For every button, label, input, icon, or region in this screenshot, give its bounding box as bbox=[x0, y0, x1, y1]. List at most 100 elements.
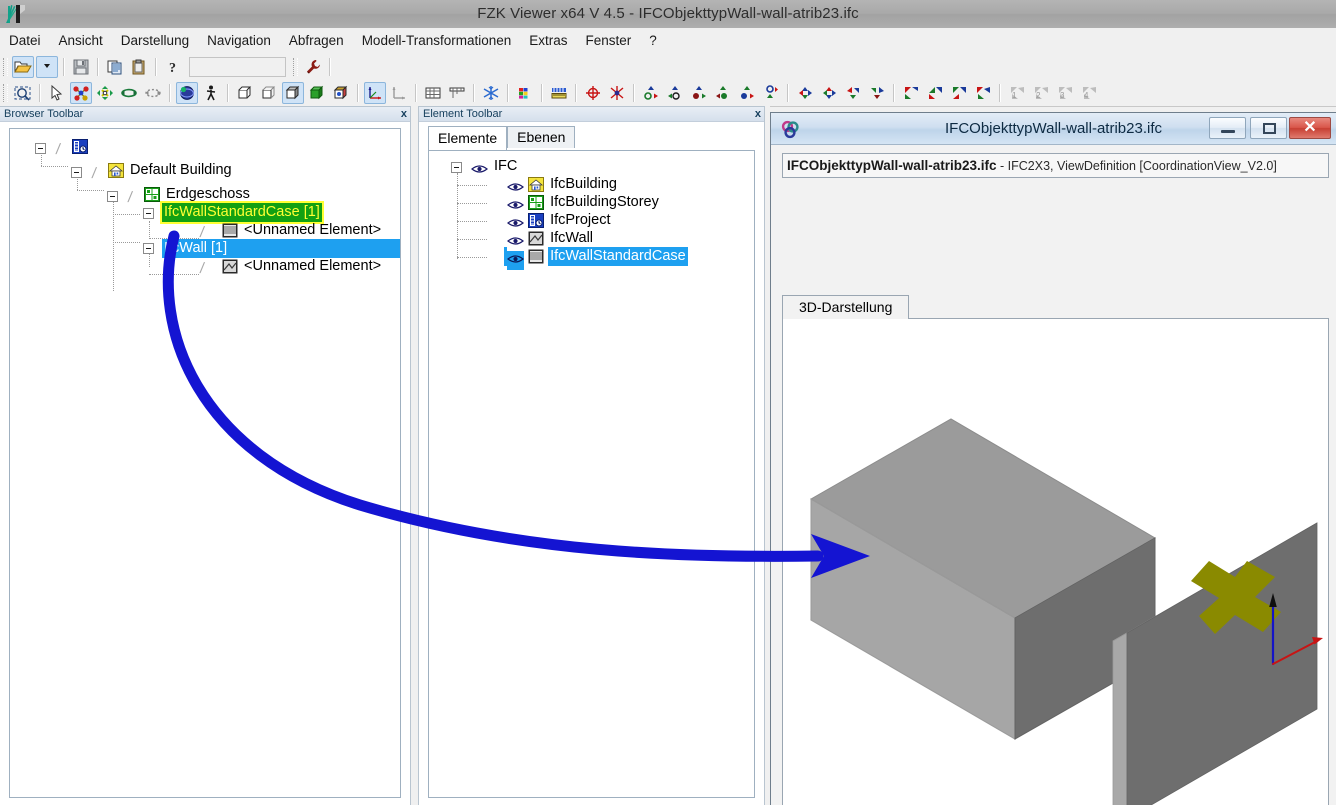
grid-icon[interactable] bbox=[422, 82, 444, 104]
toolbar-grip[interactable] bbox=[3, 84, 8, 102]
tree-node-ifcwall[interactable]: IfcWall [1] bbox=[162, 239, 401, 258]
splitter-browser-element[interactable] bbox=[410, 106, 418, 805]
copy-icon[interactable] bbox=[104, 56, 126, 78]
section-3-icon[interactable] bbox=[842, 82, 864, 104]
box-wireframe-icon[interactable] bbox=[234, 82, 256, 104]
measure-ruler-icon[interactable] bbox=[548, 82, 570, 104]
element-panel-close-icon[interactable]: x bbox=[755, 107, 761, 122]
element-node-ifcproject[interactable]: IfcProject bbox=[507, 211, 613, 230]
rotate-about-icon[interactable] bbox=[142, 82, 164, 104]
element-node-ifcwall[interactable]: IfcWall bbox=[507, 229, 595, 248]
axis-cs-icon[interactable] bbox=[364, 82, 386, 104]
menu-darstellung[interactable]: Darstellung bbox=[112, 28, 198, 54]
walk-person-icon[interactable] bbox=[200, 82, 222, 104]
section-2-icon[interactable] bbox=[818, 82, 840, 104]
section-4-icon[interactable] bbox=[866, 82, 888, 104]
target-center-icon[interactable] bbox=[582, 82, 604, 104]
pan-move-icon[interactable] bbox=[94, 82, 116, 104]
rotate-icon[interactable] bbox=[118, 82, 140, 104]
saved-view-3-icon[interactable]: 3 bbox=[1054, 82, 1076, 104]
box-hidden-line-icon[interactable] bbox=[258, 82, 280, 104]
axis-cs-alt-icon[interactable] bbox=[388, 82, 410, 104]
view-nav-1-icon[interactable] bbox=[640, 82, 662, 104]
tree-line bbox=[77, 190, 104, 191]
help-icon[interactable]: ? bbox=[162, 56, 184, 78]
view-nav-2-icon[interactable] bbox=[664, 82, 686, 104]
toolbar-grip[interactable] bbox=[3, 58, 8, 76]
model-filename: IFCObjekttypWall-wall-atrib23.ifc bbox=[787, 158, 997, 173]
tree-node-erdgeschoss[interactable]: Erdgeschoss bbox=[144, 185, 252, 204]
ifc-project-icon bbox=[72, 139, 88, 160]
open-file-icon[interactable] bbox=[12, 56, 34, 78]
tree-node-unnamed-element-2[interactable]: <Unnamed Element> bbox=[222, 257, 383, 276]
tree-slash: / bbox=[55, 143, 68, 156]
tree-node-unnamed-element-1[interactable]: <Unnamed Element> bbox=[222, 221, 383, 240]
menu-modell-transformationen[interactable]: Modell-Transformationen bbox=[353, 28, 521, 54]
view-nav-5-icon[interactable] bbox=[736, 82, 758, 104]
corner-2-icon[interactable] bbox=[924, 82, 946, 104]
box-shaded-icon[interactable] bbox=[282, 82, 304, 104]
corner-1-icon[interactable] bbox=[900, 82, 922, 104]
zoom-window-icon[interactable] bbox=[12, 82, 34, 104]
toolbar-grip[interactable] bbox=[293, 58, 298, 76]
paste-icon[interactable] bbox=[128, 56, 150, 78]
tree-expander[interactable] bbox=[143, 243, 154, 254]
tab-elemente[interactable]: Elemente bbox=[428, 126, 507, 150]
element-tree[interactable]: IFC bbox=[428, 150, 755, 798]
box-textured-icon[interactable] bbox=[330, 82, 352, 104]
view-nav-6-icon[interactable] bbox=[760, 82, 782, 104]
molecule-icon[interactable] bbox=[70, 82, 92, 104]
close-icon: ✕ bbox=[1290, 118, 1330, 138]
tree-expander[interactable] bbox=[35, 143, 46, 154]
browser-tree[interactable]: / / / / / bbox=[9, 128, 401, 798]
menu-help[interactable]: ? bbox=[640, 28, 666, 54]
menu-fenster[interactable]: Fenster bbox=[577, 28, 641, 54]
maximize-button[interactable] bbox=[1250, 117, 1287, 139]
section-1-icon[interactable] bbox=[794, 82, 816, 104]
settings-wrench-icon[interactable] bbox=[302, 56, 324, 78]
browser-panel-close-icon[interactable]: x bbox=[401, 107, 407, 122]
save-icon[interactable] bbox=[70, 56, 92, 78]
element-node-ifcwallstandardcase[interactable]: IfcWallStandardCase bbox=[507, 247, 688, 266]
tree-expander[interactable] bbox=[71, 167, 82, 178]
tree-expander[interactable] bbox=[451, 162, 462, 173]
tree-node-root[interactable] bbox=[72, 137, 96, 156]
snowflake-light-icon[interactable] bbox=[480, 82, 502, 104]
clash-detect-icon[interactable] bbox=[606, 82, 628, 104]
element-node-ifcbuildingstorey[interactable]: IfcBuildingStorey bbox=[507, 193, 661, 212]
close-button[interactable]: ✕ bbox=[1289, 117, 1331, 139]
toolbar-text-field[interactable] bbox=[189, 57, 286, 77]
corner-3-icon[interactable] bbox=[948, 82, 970, 104]
menu-abfragen[interactable]: Abfragen bbox=[280, 28, 353, 54]
saved-view-1-icon[interactable]: 1 bbox=[1006, 82, 1028, 104]
tree-expander[interactable] bbox=[143, 208, 154, 219]
tree-node-ifcwallstandardcase[interactable]: IfcWallStandardCase [1] bbox=[162, 203, 401, 222]
view-nav-4-icon[interactable] bbox=[712, 82, 734, 104]
visibility-eye-icon[interactable] bbox=[507, 251, 524, 270]
3d-viewport[interactable] bbox=[782, 318, 1329, 805]
corner-4-icon[interactable] bbox=[972, 82, 994, 104]
box-shaded-green-icon[interactable] bbox=[306, 82, 328, 104]
element-node-ifc[interactable]: IFC bbox=[471, 157, 519, 176]
menu-ansicht[interactable]: Ansicht bbox=[50, 28, 112, 54]
tree-node-default-building[interactable]: Default Building bbox=[108, 161, 234, 180]
orbit-sphere-icon[interactable] bbox=[176, 82, 198, 104]
element-node-ifcbuilding[interactable]: IfcBuilding bbox=[507, 175, 619, 194]
tree-expander[interactable] bbox=[107, 191, 118, 202]
toolbar-separator bbox=[63, 58, 65, 76]
child-window-titlebar[interactable]: IFCObjekttypWall-wall-atrib23.ifc ✕ bbox=[771, 113, 1336, 145]
menu-navigation[interactable]: Navigation bbox=[198, 28, 280, 54]
tab-3d-darstellung[interactable]: 3D-Darstellung bbox=[782, 295, 909, 319]
tab-ebenen[interactable]: Ebenen bbox=[507, 126, 575, 148]
grid-plane-icon[interactable] bbox=[446, 82, 468, 104]
saved-view-2-icon[interactable]: 2 bbox=[1030, 82, 1052, 104]
open-file-dropdown-icon[interactable] bbox=[36, 56, 58, 78]
minimize-button[interactable] bbox=[1209, 117, 1246, 139]
menu-datei[interactable]: Datei bbox=[0, 28, 50, 54]
select-pointer-icon[interactable] bbox=[46, 82, 68, 104]
view-nav-3-icon[interactable] bbox=[688, 82, 710, 104]
visibility-eye-icon[interactable] bbox=[471, 161, 488, 180]
menu-extras[interactable]: Extras bbox=[520, 28, 576, 54]
saved-view-4-icon[interactable]: 4 bbox=[1078, 82, 1100, 104]
color-palette-icon[interactable] bbox=[514, 82, 536, 104]
